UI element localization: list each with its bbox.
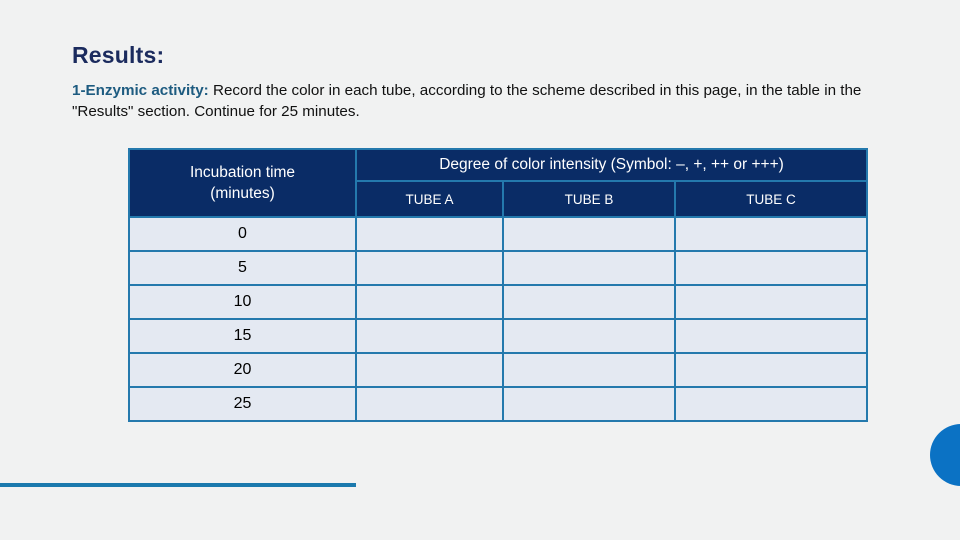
cell-tube-c[interactable] xyxy=(673,250,869,286)
accent-circle-decoration xyxy=(930,424,960,486)
cell-tube-b[interactable] xyxy=(502,318,676,354)
results-table: Incubation time (minutes) Degree of colo… xyxy=(128,147,869,422)
cell-tube-c[interactable] xyxy=(673,318,869,354)
cell-tube-a[interactable] xyxy=(355,318,504,354)
cell-tube-a[interactable] xyxy=(355,216,504,252)
table-body: 0 5 10 15 20 25 xyxy=(128,216,869,422)
cell-time: 0 xyxy=(128,216,357,252)
table-row: 20 xyxy=(128,352,869,388)
cell-tube-a[interactable] xyxy=(355,284,504,320)
intro-lead-label: 1-Enzymic activity: xyxy=(72,82,209,99)
table-row: 25 xyxy=(128,386,869,422)
cell-tube-c[interactable] xyxy=(673,352,869,388)
cell-tube-c[interactable] xyxy=(673,386,869,422)
cell-tube-a[interactable] xyxy=(355,352,504,388)
header-degree-of-color-intensity: Degree of color intensity (Symbol: –, +,… xyxy=(354,147,869,183)
intro-paragraph: 1-Enzymic activity: Record the color in … xyxy=(72,80,872,122)
table-head: Incubation time (minutes) Degree of colo… xyxy=(128,147,869,218)
table-row: 0 xyxy=(128,216,869,252)
header-tube-a: TUBE A xyxy=(355,180,504,218)
cell-tube-b[interactable] xyxy=(502,386,676,422)
header-incubation-time: Incubation time (minutes) xyxy=(128,148,357,218)
cell-tube-b[interactable] xyxy=(502,284,676,320)
page-title: Results: xyxy=(72,42,165,68)
accent-line-decoration xyxy=(0,483,356,487)
cell-time: 15 xyxy=(128,318,357,354)
cell-tube-a[interactable] xyxy=(355,386,504,422)
header-incubation-time-line2: (minutes) xyxy=(210,185,275,202)
cell-tube-b[interactable] xyxy=(502,352,676,388)
cell-time: 10 xyxy=(128,284,357,320)
cell-tube-a[interactable] xyxy=(355,250,504,286)
table-row: 15 xyxy=(128,318,869,354)
cell-time: 5 xyxy=(128,250,357,286)
cell-time: 20 xyxy=(128,352,357,388)
cell-tube-b[interactable] xyxy=(502,250,676,286)
table-row: 10 xyxy=(128,284,869,320)
cell-tube-c[interactable] xyxy=(673,284,869,320)
header-tube-c: TUBE C xyxy=(673,180,869,218)
cell-time: 25 xyxy=(128,386,357,422)
table-row: 5 xyxy=(128,250,869,286)
table-header-row-top: Incubation time (minutes) Degree of colo… xyxy=(128,147,869,218)
header-incubation-time-line1: Incubation time xyxy=(189,164,296,181)
cell-tube-c[interactable] xyxy=(673,216,869,252)
header-tube-b: TUBE B xyxy=(502,180,676,218)
cell-tube-b[interactable] xyxy=(502,216,676,252)
slide-canvas: Results: 1-Enzymic activity: Record the … xyxy=(0,0,960,540)
